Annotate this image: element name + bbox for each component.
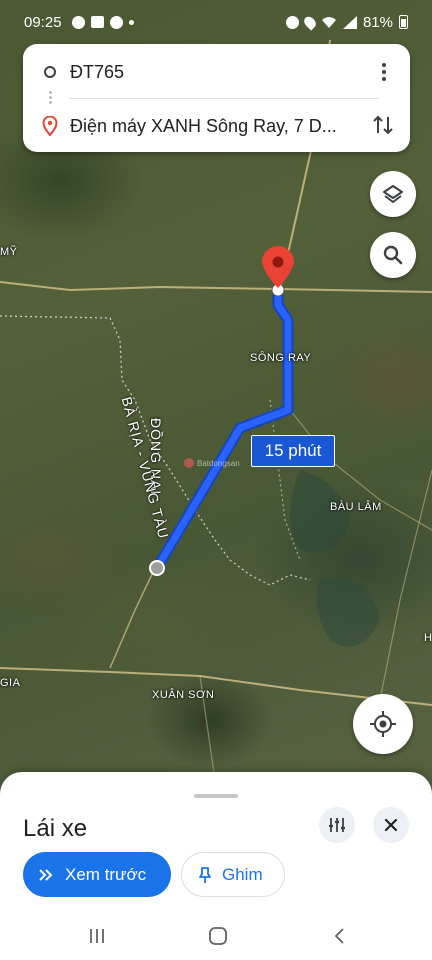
back-button[interactable] [327, 924, 351, 948]
location-icon [301, 13, 319, 31]
my-location-button[interactable] [353, 694, 413, 754]
back-icon [334, 928, 344, 944]
messenger-icon [71, 15, 85, 29]
origin-field[interactable]: ĐT765 [23, 52, 363, 92]
more-options-button[interactable] [372, 60, 396, 84]
place-label-bau-lam: BÀU LÂM [330, 501, 382, 513]
tune-icon [329, 818, 345, 832]
close-icon [384, 818, 398, 832]
watermark-logo-icon [184, 458, 194, 468]
recents-icon [90, 929, 104, 943]
route-line[interactable] [151, 284, 294, 574]
route-dots-icon [49, 90, 52, 106]
route-options-button[interactable] [319, 807, 355, 843]
destination-pin-icon [42, 116, 58, 136]
system-nav-bar [0, 912, 432, 960]
preview-label: Xem trước [65, 864, 147, 884]
pin-button[interactable]: Ghim [181, 852, 285, 897]
destination-field[interactable]: Điện máy XANH Sông Ray, 7 D... [23, 106, 363, 146]
place-label-my: MỸ [0, 246, 18, 258]
layers-icon [383, 185, 403, 203]
recents-button[interactable] [85, 924, 109, 948]
origin-text: ĐT765 [70, 61, 125, 82]
origin-circle-icon [44, 66, 56, 78]
battery-icon [399, 15, 408, 29]
search-icon [383, 245, 403, 265]
directions-card: ĐT765 Điện máy XANH Sông Ray, 7 D... [23, 44, 410, 152]
layers-button[interactable] [370, 171, 416, 217]
place-label-gia: GIA [0, 677, 21, 689]
signal-icon [342, 15, 357, 29]
battery-percent: 81% [362, 13, 393, 31]
preview-button[interactable]: Xem trước [23, 852, 171, 897]
destination-text: Điện máy XANH Sông Ray, 7 D... [70, 115, 337, 136]
double-chevron-icon [39, 868, 53, 881]
watermark-text: Batdongsan [197, 458, 240, 468]
origin-marker[interactable] [149, 560, 165, 576]
home-button[interactable] [206, 924, 230, 948]
travel-mode-title: Lái xe [23, 815, 88, 842]
crosshair-icon [370, 711, 396, 737]
home-icon [209, 927, 227, 945]
alarm-icon [285, 15, 299, 29]
gallery-icon [90, 16, 104, 28]
pin-icon [199, 866, 211, 883]
drag-handle[interactable] [194, 794, 238, 798]
eta-badge[interactable]: 15 phút [251, 435, 335, 467]
place-label-xuan-son: XUÂN SƠN [152, 689, 215, 701]
place-label-song-ray: SÔNG RAY [250, 352, 312, 364]
status-time: 09:25 [24, 13, 62, 31]
messenger-icon [109, 15, 123, 29]
pin-label: Ghim [222, 864, 263, 884]
place-label-h: H [424, 632, 432, 644]
search-button[interactable] [370, 232, 416, 278]
more-notifications-icon [128, 19, 134, 25]
close-button[interactable] [373, 807, 409, 843]
watermark: Batdongsan [184, 458, 240, 468]
status-bar: 09:25 81% [0, 0, 432, 44]
swap-icon[interactable] [370, 112, 396, 138]
wifi-icon [321, 16, 336, 28]
bottom-sheet: Lái xe Xem trước Ghim [0, 772, 432, 960]
divider [70, 98, 379, 99]
more-vert-icon [382, 63, 386, 67]
